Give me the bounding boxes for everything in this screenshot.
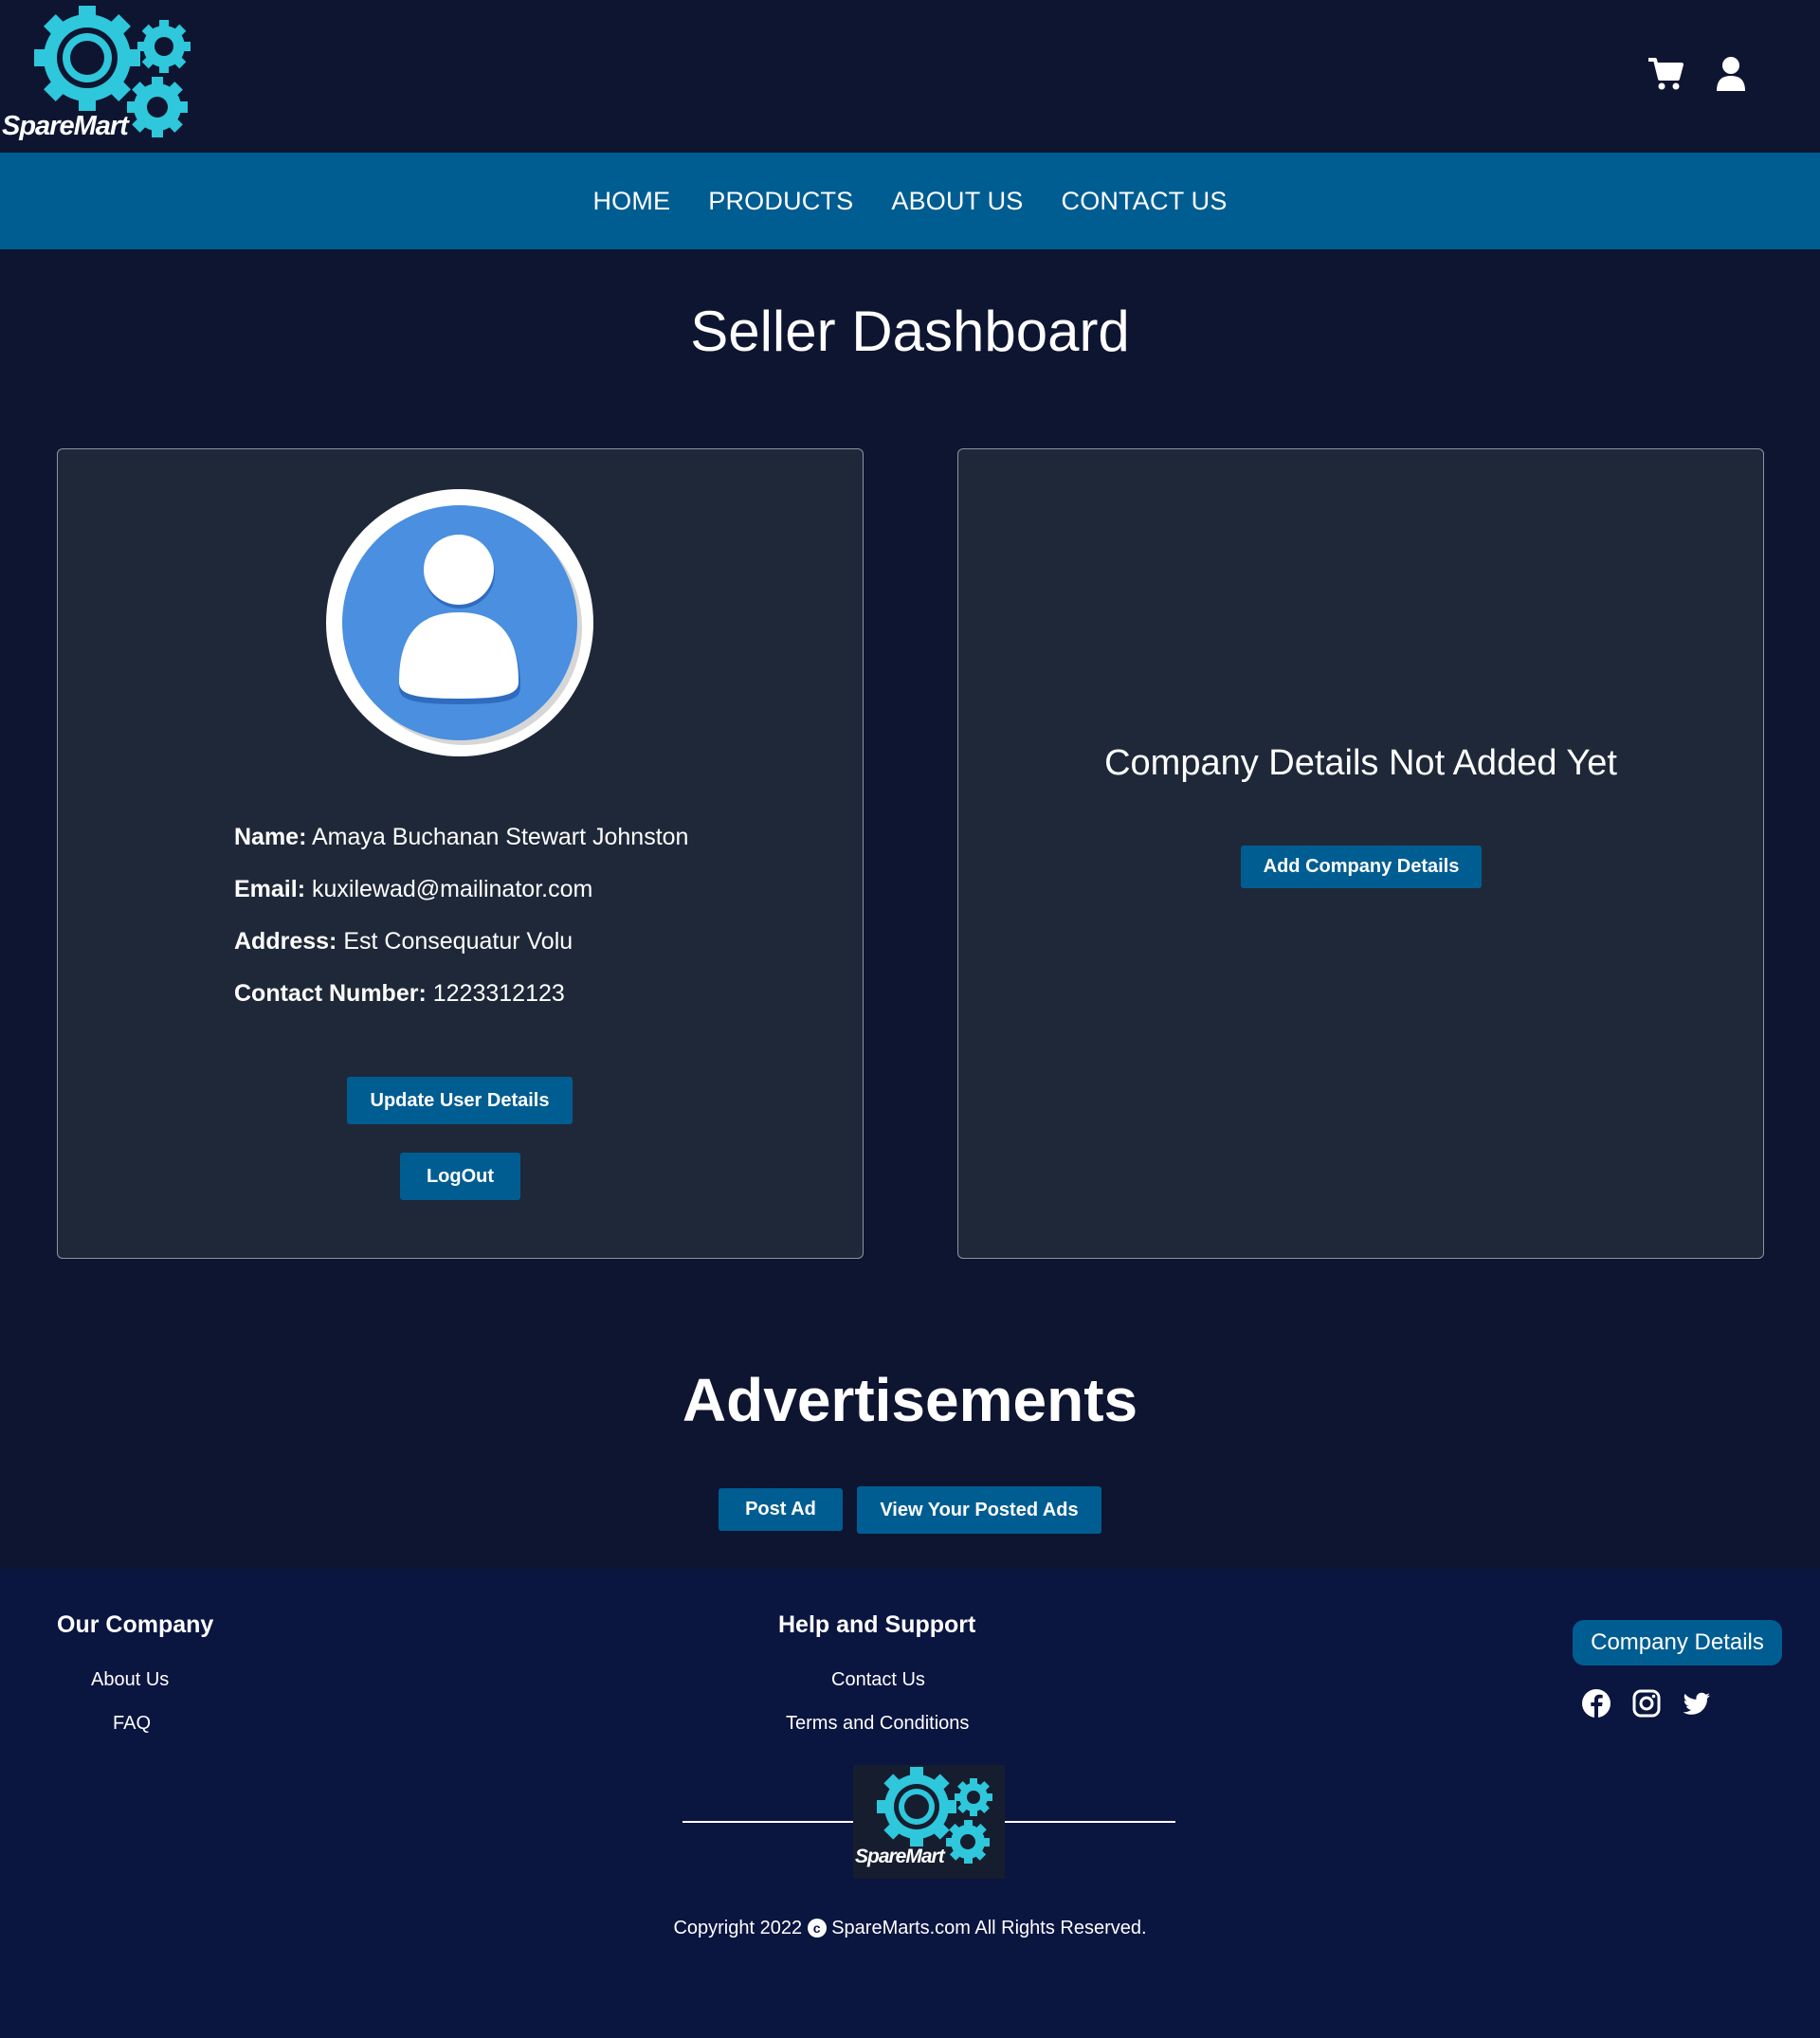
twitter-icon[interactable] <box>1682 1688 1712 1719</box>
footer-help-heading: Help and Support <box>778 1611 976 1638</box>
footer-our-company-heading: Our Company <box>57 1611 214 1638</box>
instagram-icon[interactable] <box>1631 1688 1662 1719</box>
user-name-row: Name: Amaya Buchanan Stewart Johnston <box>234 811 803 864</box>
nav-about-us[interactable]: ABOUT US <box>891 187 1023 216</box>
user-contact-row: Contact Number: 1223312123 <box>234 968 803 1020</box>
nav-contact-us[interactable]: CONTACT US <box>1062 187 1228 216</box>
sparemart-logo[interactable]: SpareMart <box>0 6 194 143</box>
user-account-icon[interactable] <box>1712 55 1750 93</box>
user-email-row: Email: kuxilewad@mailinator.com <box>234 864 803 916</box>
footer-logo-wordmark: SpareMart <box>855 1846 945 1867</box>
footer-link-faq[interactable]: FAQ <box>113 1713 151 1735</box>
contact-label: Contact Number: <box>234 980 427 1007</box>
view-posted-ads-button[interactable]: View Your Posted Ads <box>857 1486 1101 1534</box>
footer-logo: SpareMart <box>853 1765 1005 1879</box>
post-ad-button[interactable]: Post Ad <box>719 1488 843 1531</box>
address-value: Est Consequatur Volu <box>343 928 573 955</box>
page-title: Seller Dashboard <box>690 300 1130 363</box>
avatar <box>325 488 594 757</box>
copyright-icon: c <box>807 1919 827 1938</box>
copyright-prefix: Copyright 2022 <box>673 1918 803 1938</box>
logo-wordmark: SpareMart <box>2 111 129 141</box>
nav-products[interactable]: PRODUCTS <box>708 187 853 216</box>
user-info-list: Name: Amaya Buchanan Stewart Johnston Em… <box>234 811 803 1020</box>
company-empty-message: Company Details Not Added Yet <box>1104 743 1617 783</box>
user-avatar-icon <box>326 489 593 756</box>
footer-divider-right <box>1005 1821 1175 1823</box>
main-navigation: HOME PRODUCTS ABOUT US CONTACT US <box>0 153 1820 249</box>
footer-link-terms[interactable]: Terms and Conditions <box>786 1713 969 1735</box>
user-address-row: Address: Est Consequatur Volu <box>234 916 803 968</box>
update-user-details-button[interactable]: Update User Details <box>347 1077 573 1124</box>
logout-button[interactable]: LogOut <box>400 1153 520 1200</box>
name-value: Amaya Buchanan Stewart Johnston <box>312 824 689 850</box>
advertisements-heading: Advertisements <box>682 1366 1138 1434</box>
nav-home[interactable]: HOME <box>592 187 670 216</box>
facebook-icon[interactable] <box>1581 1688 1611 1719</box>
address-label: Address: <box>234 928 337 955</box>
copyright-text: Copyright 2022 c SpareMarts.com All Righ… <box>0 1918 1820 1939</box>
company-details-card: Company Details Not Added Yet Add Compan… <box>957 448 1764 1259</box>
footer-link-about-us[interactable]: About Us <box>91 1669 169 1691</box>
copyright-suffix: SpareMarts.com All Rights Reserved. <box>831 1918 1147 1938</box>
add-company-details-button[interactable]: Add Company Details <box>1241 846 1482 888</box>
name-label: Name: <box>234 824 307 850</box>
company-details-button[interactable]: Company Details <box>1573 1620 1782 1665</box>
footer: Our Company About Us FAQ Help and Suppor… <box>0 1569 1820 2038</box>
contact-value: 1223312123 <box>432 980 565 1007</box>
footer-link-contact-us[interactable]: Contact Us <box>831 1669 925 1691</box>
top-header: SpareMart <box>0 0 1820 153</box>
cart-icon[interactable] <box>1647 55 1684 93</box>
email-value: kuxilewad@mailinator.com <box>311 876 593 902</box>
footer-divider-left <box>682 1821 853 1823</box>
email-label: Email: <box>234 876 306 902</box>
user-details-card: Name: Amaya Buchanan Stewart Johnston Em… <box>57 448 864 1259</box>
